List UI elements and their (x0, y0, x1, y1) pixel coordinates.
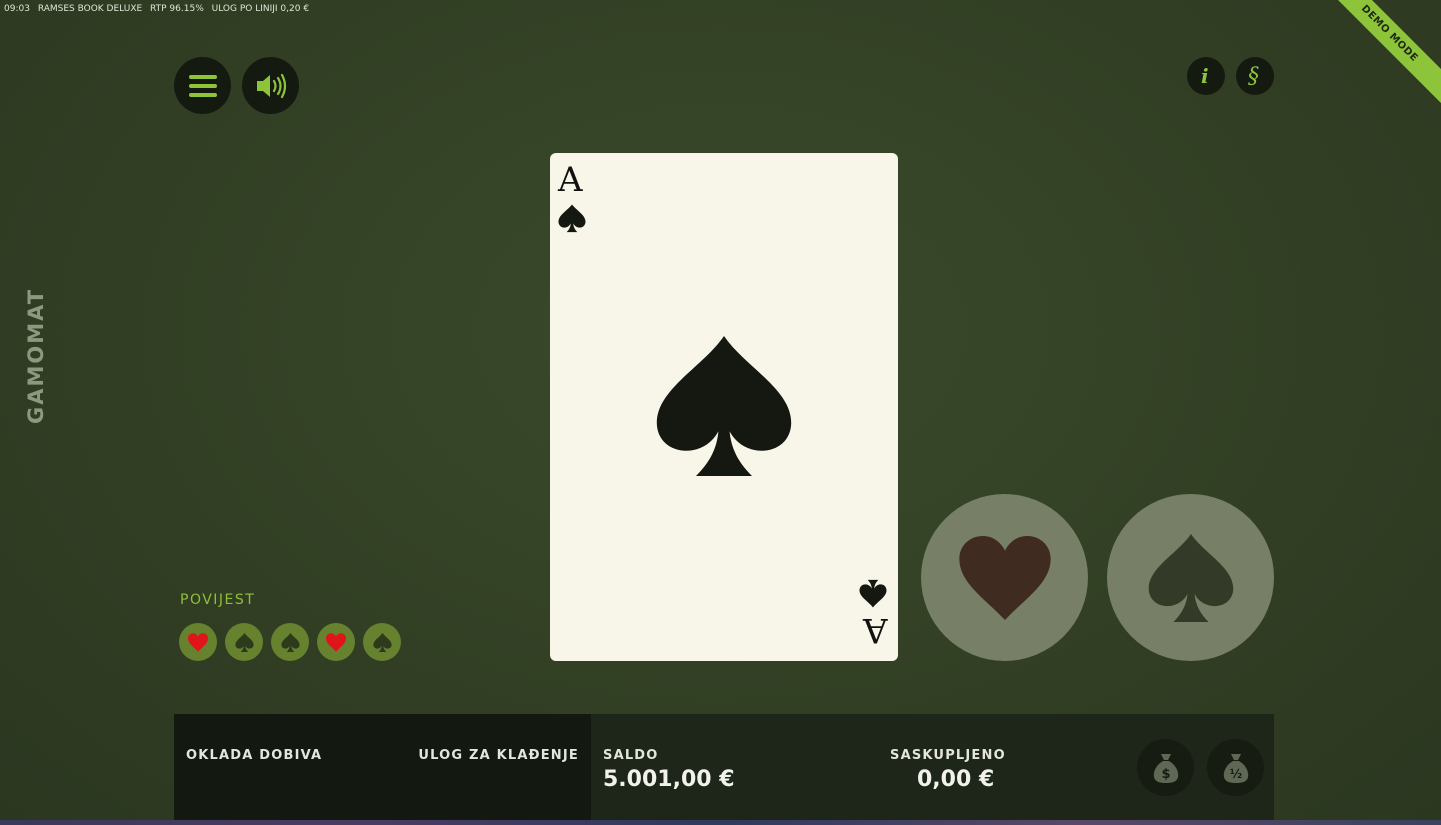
heart-icon (188, 632, 208, 652)
info-icon: i (1201, 65, 1209, 87)
sound-button[interactable] (242, 57, 299, 114)
spade-icon (859, 579, 887, 608)
bet-hearts-button[interactable] (921, 494, 1088, 661)
status-game-title: RAMSES BOOK DELUXE (37, 4, 143, 14)
collected-label: SASKUPLJENO (890, 748, 1006, 763)
collect-half-text: ½ (1229, 767, 1241, 781)
paytable-button[interactable]: § (1236, 57, 1274, 95)
status-rtp: RTP 96.15% (150, 4, 204, 14)
spade-icon (280, 632, 300, 652)
svg-text:i: i (1201, 65, 1209, 87)
history-item (271, 623, 309, 661)
collect-all-button[interactable]: $ (1137, 739, 1194, 796)
history-label: POVIJEST (180, 592, 256, 608)
card-rank-top: A (558, 160, 583, 200)
taskbar-strip (0, 820, 1441, 825)
balance-value: 5.001,00 € (603, 767, 735, 792)
card-rank-bottom: A (863, 610, 888, 650)
balance-label: SALDO (603, 748, 659, 763)
spade-icon (656, 336, 792, 476)
status-bar: 09:03 RAMSES BOOK DELUXE RTP 96.15% ULOG… (4, 4, 314, 14)
paragraph-icon: § (1248, 64, 1259, 89)
playing-card: A A (550, 153, 898, 661)
heart-icon (958, 535, 1051, 620)
spade-icon (1148, 533, 1233, 622)
info-button[interactable]: i (1187, 57, 1225, 95)
status-stake: ULOG PO LINIJI 0,20 € (211, 4, 310, 14)
history-item (363, 623, 401, 661)
collected-value: 0,00 € (917, 767, 995, 792)
history-item (179, 623, 217, 661)
demo-mode-ribbon: DEMO MODE (1309, 0, 1441, 114)
money-bag-half-icon: ½ (1223, 753, 1248, 783)
bet-info-section: OKLADA DOBIVA ULOG ZA KLAĐENJE (174, 714, 591, 820)
svg-text:$: $ (1161, 767, 1170, 782)
history-item (317, 623, 355, 661)
spade-icon (558, 204, 586, 233)
status-time: 09:03 (4, 4, 30, 14)
speaker-icon (256, 73, 286, 98)
history-list (179, 623, 401, 661)
money-bag-dollar-icon: $ (1153, 753, 1178, 783)
bottom-panel: OKLADA DOBIVA ULOG ZA KLAĐENJE SALDO 5.0… (174, 714, 1274, 820)
menu-button[interactable] (174, 57, 231, 114)
heart-icon (326, 632, 346, 652)
hamburger-icon (188, 74, 217, 97)
bet-spades-button[interactable] (1107, 494, 1274, 661)
balance-section: SALDO 5.001,00 € SASKUPLJENO 0,00 € $ ½ (591, 714, 1274, 820)
spade-icon (372, 632, 392, 652)
collect-half-button[interactable]: ½ (1207, 739, 1264, 796)
stake-label: ULOG ZA KLAĐENJE (418, 748, 579, 763)
brand-logo: GAMOMAT (24, 287, 48, 425)
svg-text:§: § (1248, 64, 1259, 89)
spade-icon (234, 632, 254, 652)
history-item (225, 623, 263, 661)
win-bet-label: OKLADA DOBIVA (186, 748, 323, 763)
